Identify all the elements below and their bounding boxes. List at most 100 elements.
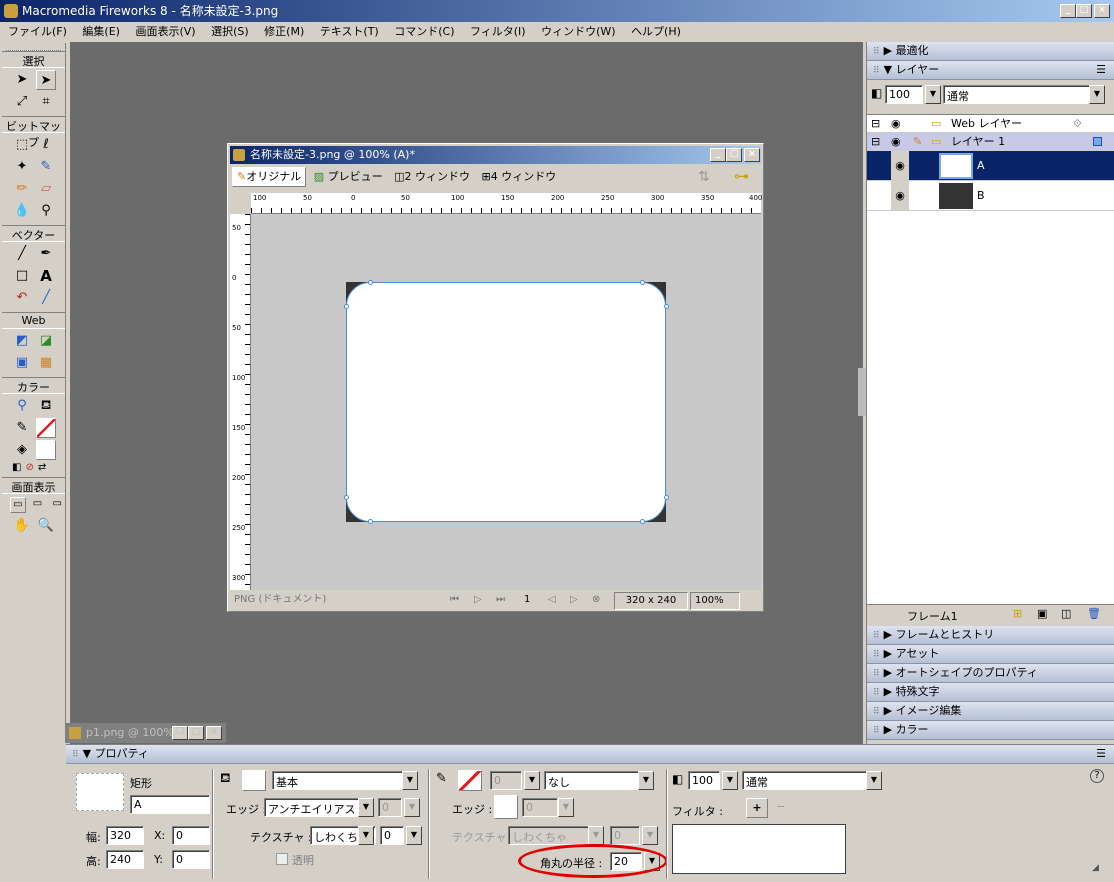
menu-file[interactable]: ファイル(F) [8, 25, 67, 38]
first-frame-icon[interactable]: ⏮ [450, 592, 459, 608]
paint-bucket-tool-icon[interactable]: ⛾ [36, 396, 56, 416]
no-color-icon[interactable]: ⊘ [25, 462, 33, 473]
object-row-a[interactable]: ◉ A [867, 151, 1114, 181]
stroke-color-swatch[interactable] [458, 770, 482, 791]
selection-handle[interactable] [368, 519, 373, 524]
autoshape-panel-header[interactable]: ⠿ ▶ オートシェイプのプロパティ [867, 664, 1114, 683]
minimized-doc-window[interactable]: p1.png @ 100% ❐ □ × [66, 723, 226, 743]
resize-grip-icon[interactable]: ◢ [1092, 863, 1099, 873]
pencil-icon[interactable]: ✎ [913, 133, 922, 150]
selection-handle[interactable] [344, 495, 349, 500]
minimize-button[interactable]: _ [1060, 4, 1076, 18]
zoom-tool-icon[interactable]: 🔍 [36, 516, 56, 536]
blend-mode-select[interactable]: 通常 [742, 771, 882, 790]
remove-filter-button[interactable]: − [770, 798, 792, 818]
edge-dropdown[interactable]: ▼ [358, 798, 374, 817]
new-layer-icon[interactable]: ▣ [1037, 607, 1047, 620]
color-panel-header[interactable]: ⠿ ▶ カラー [867, 721, 1114, 740]
maximize-button[interactable]: □ [1076, 4, 1092, 18]
fill-type-select[interactable]: 基本 [272, 771, 418, 790]
texture-value-input[interactable]: 0 [380, 826, 404, 845]
next-frame-icon[interactable]: ⏭ [496, 592, 505, 608]
blur-tool-icon[interactable]: 💧 [12, 201, 32, 221]
swap-colors-icon[interactable]: ⇄ [38, 462, 46, 473]
doc-maximize-button[interactable]: □ [726, 148, 742, 162]
fill-swatch[interactable] [36, 440, 56, 460]
collapse-icon[interactable]: ⊟ [871, 115, 880, 132]
fullscreen-menu-icon[interactable]: ▭ [30, 497, 46, 513]
stroke-size-input[interactable]: 0 [490, 771, 522, 790]
transparent-checkbox[interactable] [276, 853, 288, 865]
x-input[interactable]: 0 [172, 826, 210, 845]
eye-icon[interactable]: ◉ [891, 115, 901, 132]
fullscreen-icon[interactable]: ▭ [49, 497, 65, 513]
canvas-area[interactable] [251, 214, 761, 590]
show-slices-icon[interactable]: ▦ [36, 353, 56, 373]
stroke-texture-input[interactable]: 0 [610, 826, 640, 845]
standard-screen-icon[interactable]: ▭ [10, 497, 26, 513]
eye-icon[interactable]: ◉ [891, 151, 909, 180]
properties-panel-header[interactable]: ⠿ ▼ プロパティ ☰ [66, 745, 1114, 764]
tools-grip[interactable] [6, 43, 61, 51]
share-icon[interactable]: ⟐ [1073, 115, 1082, 132]
layer1-row[interactable]: ⊟ ◉ ✎ ▭ レイヤー 1 [867, 133, 1114, 151]
menu-edit[interactable]: 編集(E) [82, 25, 120, 38]
stop-icon[interactable]: ⊗ [592, 592, 600, 608]
hotspot-tool-icon[interactable]: ◩ [12, 331, 32, 351]
height-input[interactable]: 240 [106, 850, 144, 869]
add-filter-button[interactable]: + [746, 798, 768, 818]
maximize-button[interactable]: □ [188, 726, 204, 740]
selection-handle[interactable] [640, 519, 645, 524]
fill-color-icon[interactable]: ◈ [12, 440, 32, 460]
stroke-edge-input[interactable]: 0 [522, 798, 558, 817]
opacity-dropdown[interactable]: ▼ [925, 85, 941, 104]
object-name-input[interactable]: A [130, 795, 210, 814]
panel-options-icon[interactable]: ☰ [1096, 61, 1106, 79]
rectangle-tool-icon[interactable]: □ [12, 266, 32, 286]
panel-options-icon[interactable]: ☰ [1096, 745, 1106, 763]
texture-value-stepper[interactable]: ▼ [406, 826, 422, 845]
opacity-stepper[interactable]: ▼ [722, 771, 738, 790]
stroke-color-icon[interactable]: ✎ [12, 418, 32, 438]
edge-value-input[interactable]: 0 [378, 798, 402, 817]
scale-tool-icon[interactable]: ⤢ [12, 92, 32, 112]
play-icon[interactable]: ▷ [474, 592, 482, 608]
web-layer-row[interactable]: ⊟ ◉ ▭ Web レイヤー ⟐ [867, 115, 1114, 133]
trash-icon[interactable]: 🗑 [1087, 607, 1101, 620]
eyedropper-tool-icon[interactable]: ⚲ [12, 396, 32, 416]
stroke-edge-swatch[interactable] [494, 795, 518, 819]
stroke-texture-stepper[interactable]: ▼ [642, 826, 658, 845]
pencil-tool-icon[interactable]: ✏ [12, 179, 32, 199]
pointer-tool-icon[interactable]: ➤ [12, 70, 32, 90]
menu-filters[interactable]: フィルタ(I) [470, 25, 526, 38]
close-button[interactable]: × [1094, 4, 1110, 18]
collapse-icon[interactable]: ⊟ [871, 133, 880, 150]
close-button[interactable]: × [206, 726, 222, 740]
new-subfolder-icon[interactable]: ⊞ [1013, 607, 1022, 620]
magic-wand-tool-icon[interactable]: ✦ [12, 157, 32, 177]
panel-splitter[interactable] [858, 368, 866, 416]
edge-value-stepper[interactable]: ▼ [404, 798, 420, 817]
tab-original[interactable]: ✎オリジナル [232, 167, 307, 187]
next-frame-icon[interactable]: ▷ [570, 592, 578, 608]
menu-view[interactable]: 画面表示(V) [135, 25, 195, 38]
image-edit-panel-header[interactable]: ⠿ ▶ イメージ編集 [867, 702, 1114, 721]
selection-handle[interactable] [664, 495, 669, 500]
stroke-type-dropdown[interactable]: ▼ [638, 771, 654, 790]
text-tool-icon[interactable]: A [36, 266, 56, 286]
eraser-tool-icon[interactable]: ▱ [36, 179, 56, 199]
blend-mode-dropdown[interactable]: ▼ [866, 771, 882, 790]
hand-tool-icon[interactable]: ✋ [12, 516, 32, 536]
zoom-select[interactable]: 100% [690, 592, 740, 610]
new-bitmap-icon[interactable]: ◫ [1061, 607, 1071, 620]
stroke-edge-stepper[interactable]: ▼ [558, 798, 574, 817]
selection-handle[interactable] [640, 280, 645, 285]
layers-panel-header[interactable]: ⠿ ▼ レイヤー ☰ [867, 61, 1114, 80]
eye-icon[interactable]: ◉ [891, 133, 901, 150]
default-colors-icon[interactable]: ◧ [12, 462, 21, 473]
rounded-rectangle[interactable] [346, 282, 666, 522]
selection-handle[interactable] [368, 280, 373, 285]
stroke-size-stepper[interactable]: ▼ [524, 771, 540, 790]
export-icon[interactable]: ⇅ [698, 169, 710, 185]
menu-window[interactable]: ウィンドウ(W) [541, 25, 615, 38]
